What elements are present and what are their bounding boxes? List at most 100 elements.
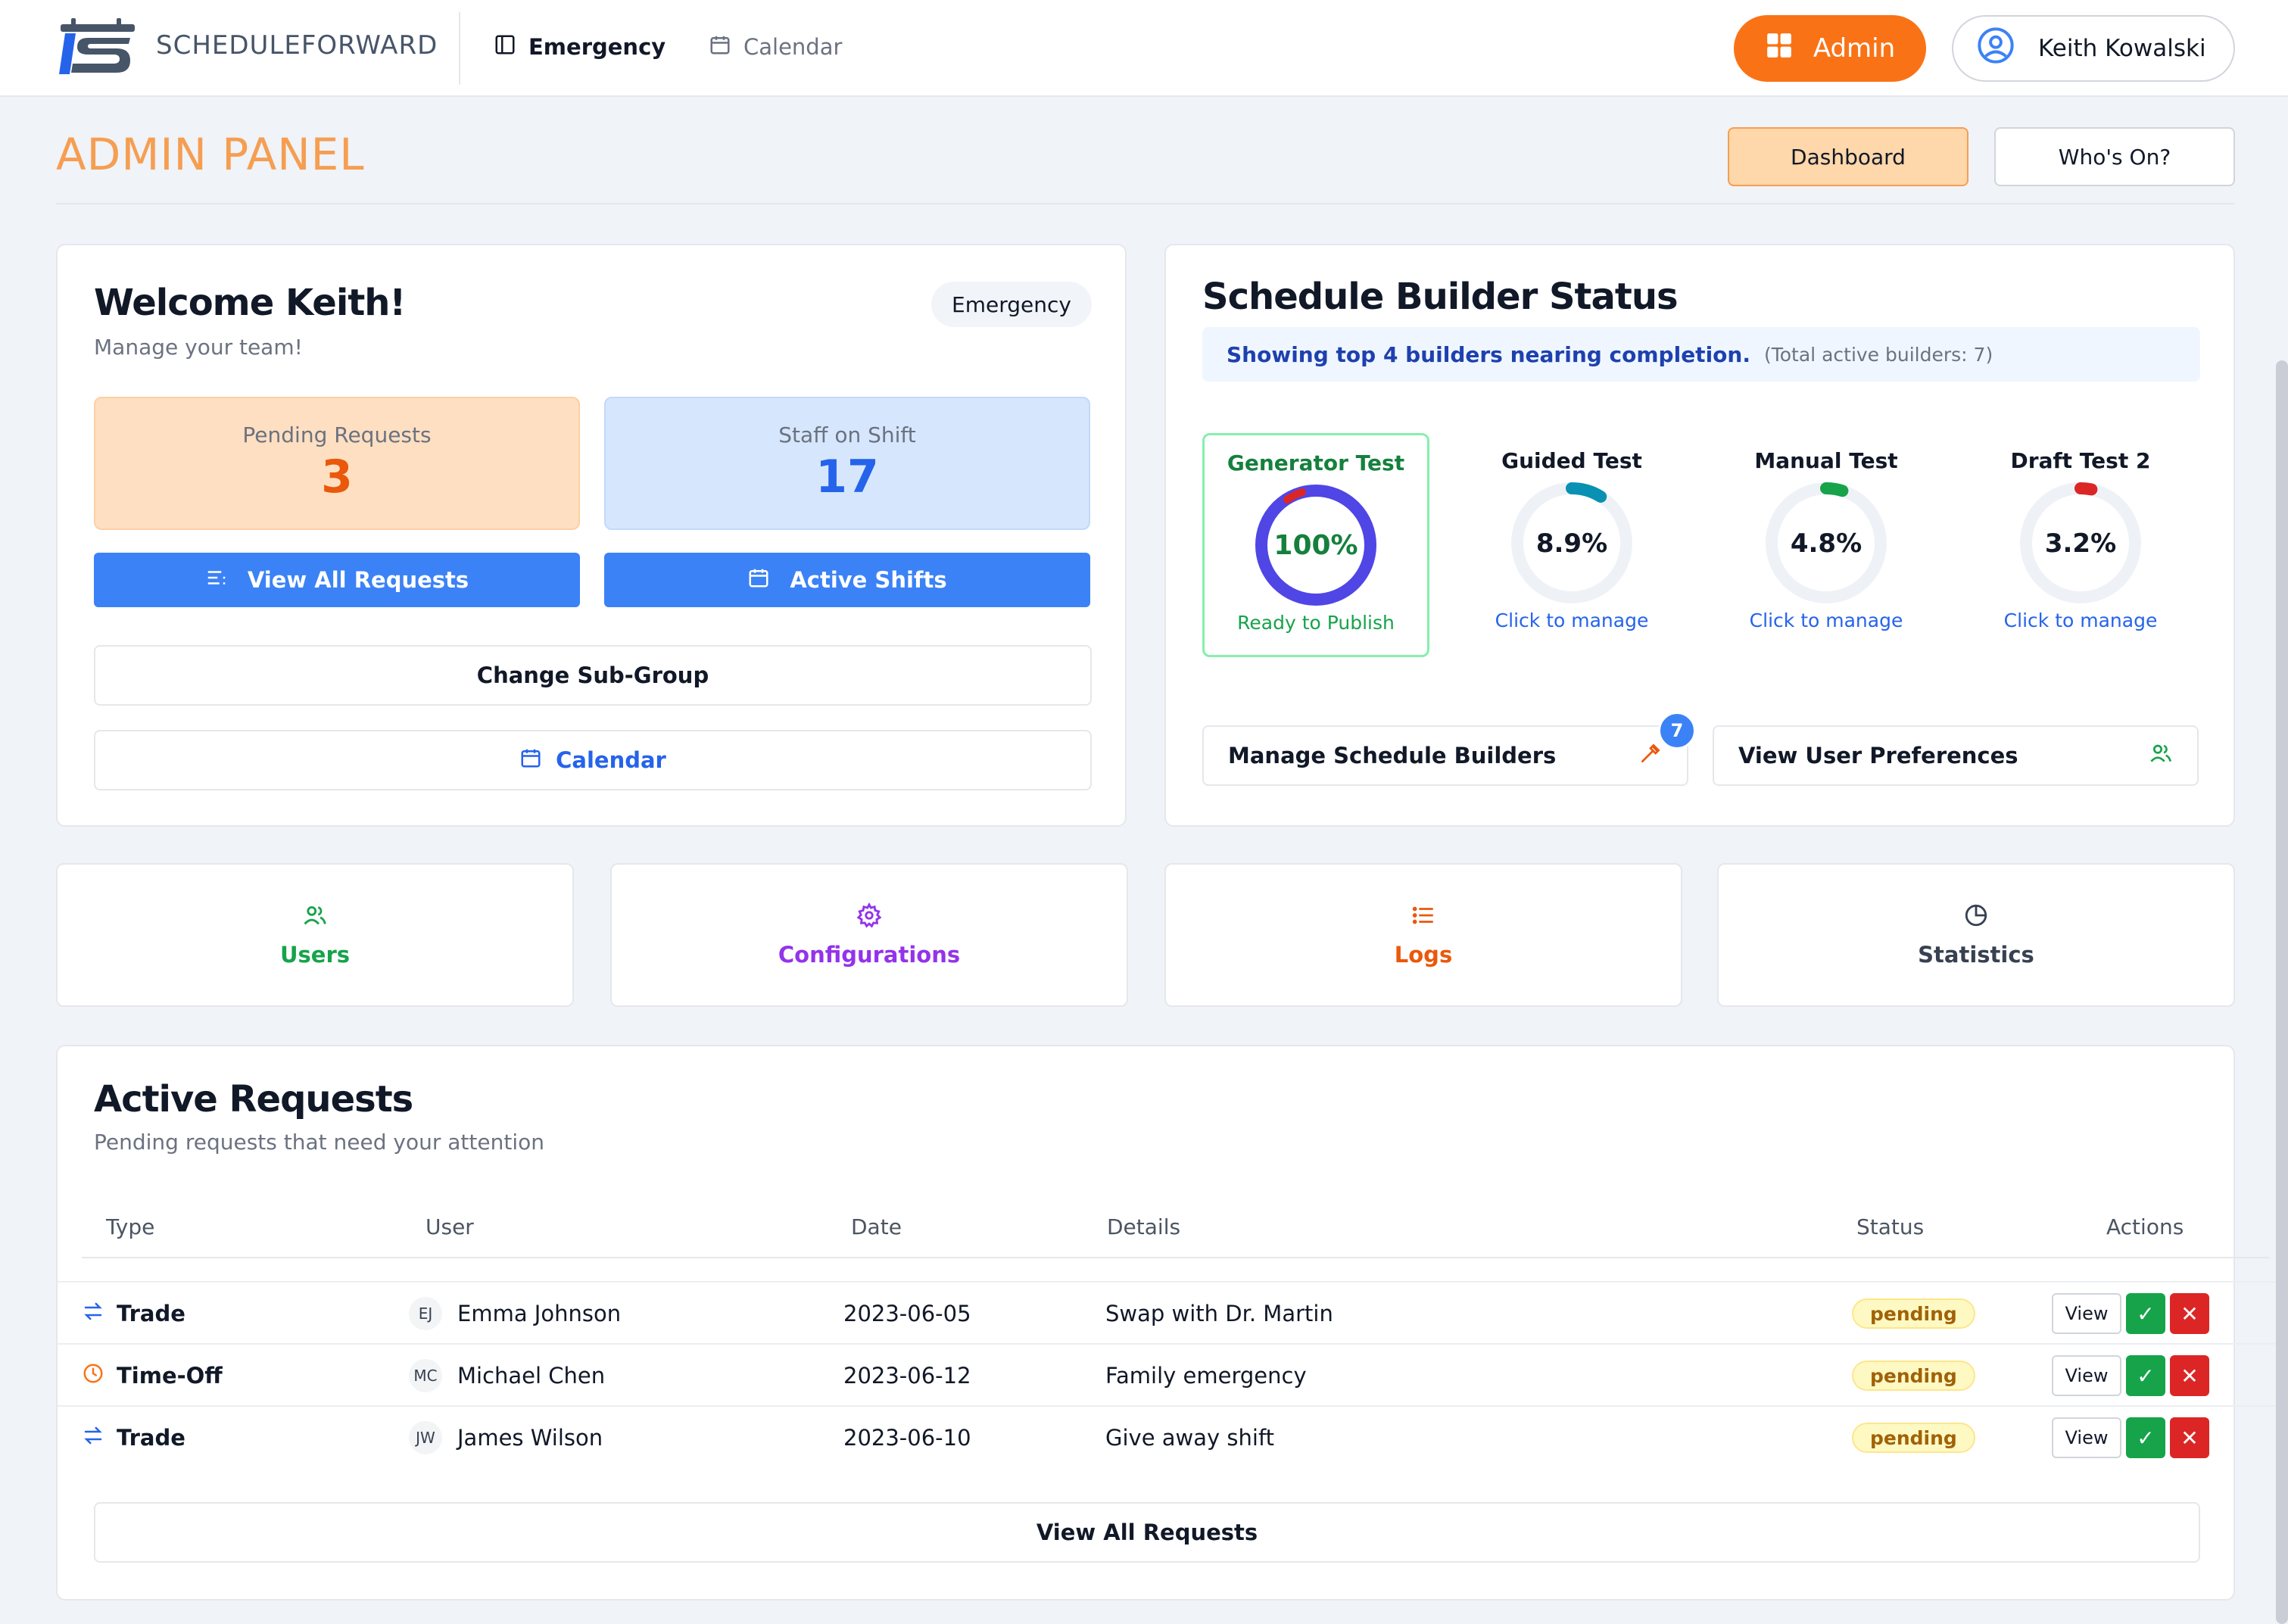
change-subgroup-button[interactable]: Change Sub-Group	[94, 645, 1092, 706]
user-avatar: EJ	[409, 1297, 442, 1330]
group-chip: Emergency	[931, 282, 1092, 327]
request-status: pending	[1852, 1407, 1975, 1469]
active-shifts-button[interactable]: Active Shifts	[604, 553, 1090, 607]
list-icon	[205, 566, 228, 594]
welcome-title: Welcome Keith!	[94, 282, 406, 324]
gauge-manual-test[interactable]: Manual Test 4.8% Click to manage	[1713, 433, 1940, 657]
approve-button[interactable]: ✓	[2126, 1355, 2165, 1396]
statistics-tile[interactable]: Statistics	[1717, 863, 2235, 1007]
page-scrollbar[interactable]	[2276, 360, 2288, 1624]
view-all-requests-footer-button[interactable]: View All Requests	[94, 1502, 2200, 1563]
tab-dashboard[interactable]: Dashboard	[1728, 127, 1968, 186]
hammer-icon	[1638, 741, 1663, 771]
view-all-requests-label: View All Requests	[247, 567, 469, 593]
table-row: Trade EJ Emma Johnson 2023-06-05 Swap wi…	[58, 1281, 2288, 1343]
progress-ring: 4.8%	[1766, 482, 1887, 603]
reject-button[interactable]: ✕	[2170, 1417, 2209, 1458]
pending-requests-stat[interactable]: Pending Requests 3	[94, 397, 580, 530]
grid-icon	[1765, 31, 1794, 67]
admin-button[interactable]: Admin	[1734, 15, 1926, 82]
staff-on-shift-stat[interactable]: Staff on Shift 17	[604, 397, 1090, 530]
tile-label: Statistics	[1918, 942, 2034, 968]
swap-arrows-icon	[82, 1300, 104, 1328]
stat-value: 17	[815, 450, 879, 503]
request-date: 2023-06-05	[843, 1301, 971, 1326]
view-button[interactable]: View	[2052, 1355, 2121, 1396]
nav-calendar-label: Calendar	[743, 34, 843, 60]
approve-button[interactable]: ✓	[2126, 1417, 2165, 1458]
gauge-manage-link[interactable]: Click to manage	[1713, 609, 1940, 631]
approve-button[interactable]: ✓	[2126, 1293, 2165, 1334]
table-header-divider	[82, 1257, 2270, 1258]
brand-logo[interactable]	[55, 15, 139, 79]
nav-emergency[interactable]: Emergency	[494, 29, 666, 65]
top-navbar: SCHEDULEFORWARD Emergency Calendar Admin…	[0, 0, 2288, 97]
page-title: ADMIN PANEL	[56, 129, 365, 180]
active-shifts-label: Active Shifts	[790, 567, 947, 593]
gauge-draft-test-2[interactable]: Draft Test 2 3.2% Click to manage	[1967, 433, 2194, 657]
change-subgroup-label: Change Sub-Group	[476, 662, 709, 688]
user-name: James Wilson	[457, 1425, 603, 1451]
request-details: Swap with Dr. Martin	[1105, 1301, 1333, 1326]
manage-schedule-builders-button[interactable]: Manage Schedule Builders	[1202, 725, 1688, 786]
banner-note-text: (Total active builders: 7)	[1763, 343, 1993, 366]
users-tile[interactable]: Users	[56, 863, 574, 1007]
builder-count-badge: 7	[1658, 712, 1696, 750]
table-row: Trade JW James Wilson 2023-06-10 Give aw…	[58, 1405, 2288, 1467]
builder-status-banner: Showing top 4 builders nearing completio…	[1202, 327, 2200, 382]
calendar-icon	[709, 33, 731, 61]
view-user-preferences-button[interactable]: View User Preferences	[1713, 725, 2199, 786]
view-button[interactable]: View	[2052, 1293, 2121, 1334]
calendar-button[interactable]: Calendar	[94, 730, 1092, 790]
stat-value: 3	[321, 450, 353, 503]
request-actions: View ✓ ✕	[2052, 1407, 2209, 1469]
gauge-manage-link[interactable]: Click to manage	[1458, 609, 1685, 631]
column-header-date[interactable]: Date	[851, 1214, 902, 1239]
request-details: Give away shift	[1105, 1425, 1275, 1451]
column-header-actions: Actions	[2106, 1214, 2184, 1239]
title-divider	[56, 203, 2235, 204]
users-icon	[2149, 741, 2173, 771]
request-type-label: Trade	[117, 1425, 185, 1451]
logs-tile[interactable]: Logs	[1164, 863, 1682, 1007]
column-header-status[interactable]: Status	[1856, 1214, 1924, 1239]
column-header-user[interactable]: User	[425, 1214, 474, 1239]
request-actions: View ✓ ✕	[2052, 1283, 2209, 1345]
configurations-tile[interactable]: Configurations	[610, 863, 1128, 1007]
gauge-manage-link[interactable]: Click to manage	[1967, 609, 2194, 631]
stat-label: Pending Requests	[242, 422, 432, 447]
column-header-details[interactable]: Details	[1107, 1214, 1180, 1239]
reject-button[interactable]: ✕	[2170, 1293, 2209, 1334]
user-menu-button[interactable]: Keith Kowalski	[1952, 15, 2235, 82]
request-details: Family emergency	[1105, 1363, 1307, 1389]
tab-whos-on[interactable]: Who's On?	[1994, 127, 2235, 186]
gear-icon	[856, 902, 882, 931]
gauge-generator-test[interactable]: Generator Test 100% Ready to Publish	[1202, 433, 1429, 657]
gauge-guided-test[interactable]: Guided Test 8.9% Click to manage	[1458, 433, 1685, 657]
request-user: JW James Wilson	[409, 1407, 603, 1469]
nav-calendar[interactable]: Calendar	[709, 29, 842, 65]
clock-icon	[82, 1362, 104, 1390]
request-type: Time-Off	[82, 1345, 223, 1407]
banner-main-text: Showing top 4 builders nearing completio…	[1227, 341, 1750, 367]
reject-button[interactable]: ✕	[2170, 1355, 2209, 1396]
welcome-subtitle: Manage your team!	[94, 335, 303, 360]
request-type-label: Time-Off	[117, 1363, 223, 1389]
tile-label: Logs	[1394, 942, 1453, 968]
table-row: Time-Off MC Michael Chen 2023-06-12 Fami…	[58, 1343, 2288, 1405]
tile-label: Configurations	[778, 942, 961, 968]
view-button[interactable]: View	[2052, 1417, 2121, 1458]
brand-name[interactable]: SCHEDULEFORWARD	[156, 30, 438, 61]
request-user: EJ Emma Johnson	[409, 1283, 621, 1345]
requests-subtitle: Pending requests that need your attentio…	[94, 1130, 544, 1155]
nav-emergency-label: Emergency	[528, 34, 666, 60]
request-type: Trade	[82, 1407, 185, 1469]
gauge-percent: 4.8%	[1791, 528, 1862, 559]
tile-label: Users	[279, 942, 351, 968]
progress-ring: 3.2%	[2020, 482, 2141, 603]
view-all-requests-button[interactable]: View All Requests	[94, 553, 580, 607]
column-header-type[interactable]: Type	[106, 1214, 154, 1239]
user-avatar: JW	[409, 1421, 442, 1454]
swap-arrows-icon	[82, 1424, 104, 1452]
users-icon	[302, 902, 328, 931]
